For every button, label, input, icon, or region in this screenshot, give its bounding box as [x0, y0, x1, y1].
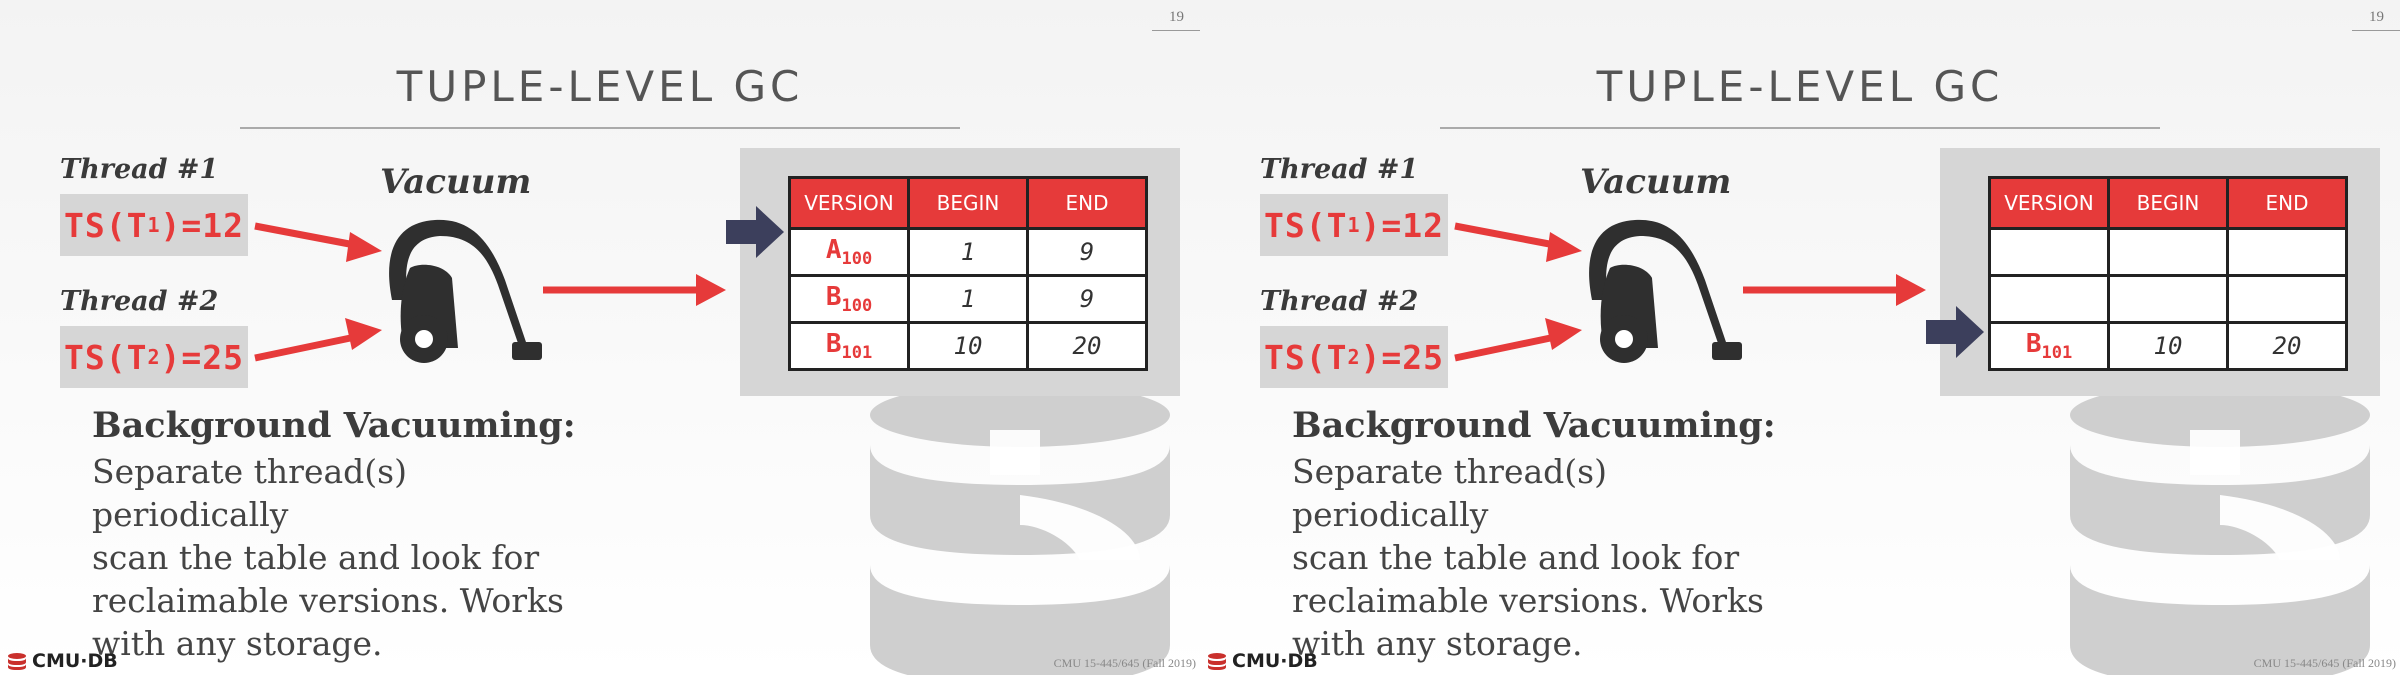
- slide-host: 19 TUPLE-LEVEL GC Thread #1 TS(T 1)=12 Th…: [0, 0, 2400, 675]
- body-line: reclaimable versions. Works: [92, 581, 564, 620]
- slide-deck: 19 TUPLE-LEVEL GC Thread #1 TS(T 1)=12 Th…: [0, 0, 2400, 675]
- slide-1: 19 TUPLE-LEVEL GC Thread #1 TS(T 1)=12 Th…: [0, 0, 1200, 675]
- database-logo-icon: [8, 653, 26, 670]
- thread2-arrow: [254, 318, 382, 362]
- body-line: reclaimable versions. Works: [1292, 581, 1764, 620]
- body-line: Separate thread(s) periodically: [92, 452, 407, 534]
- thread1-arrow: [254, 222, 382, 262]
- body-heading: Background Vacuuming:: [1292, 405, 1776, 446]
- footer-course: CMU 15-445/645 (Fall 2019): [1053, 656, 1196, 670]
- body-text: Separate thread(s) periodically scan the…: [1292, 450, 1812, 665]
- slide-2: 19 TUPLE-LEVEL GC Thread #1 TS(T 1)=12 Th…: [1200, 0, 2400, 675]
- footer-course: CMU 15-445/645 (Fall 2019): [2253, 656, 2396, 670]
- right-arrow-pointer-icon: [726, 206, 784, 258]
- vacuum-cleaner-icon: [1589, 219, 1742, 363]
- cmu-db-logo: CMU·DB: [6, 650, 118, 672]
- body-line: scan the table and look for: [1292, 538, 1740, 577]
- logo-text: CMU·DB: [1232, 650, 1318, 672]
- database-logo-icon: [1208, 653, 1226, 670]
- vacuum-to-table-arrow: [543, 274, 726, 306]
- body-text: Separate thread(s) periodically scan the…: [92, 450, 612, 665]
- right-arrow-pointer-icon: [1926, 306, 1984, 358]
- thread1-arrow: [1454, 222, 1582, 262]
- body-line: scan the table and look for: [92, 538, 540, 577]
- body-heading: Background Vacuuming:: [92, 405, 576, 446]
- body-line: with any storage.: [1292, 624, 1583, 663]
- body-line: Separate thread(s) periodically: [1292, 452, 1607, 534]
- vacuum-to-table-arrow: [1743, 274, 1926, 306]
- thread2-arrow: [1454, 318, 1582, 362]
- cmu-db-logo: CMU·DB: [1206, 650, 1318, 672]
- body-line: with any storage.: [92, 624, 383, 663]
- vacuum-cleaner-icon: [389, 219, 542, 363]
- logo-text: CMU·DB: [32, 650, 118, 672]
